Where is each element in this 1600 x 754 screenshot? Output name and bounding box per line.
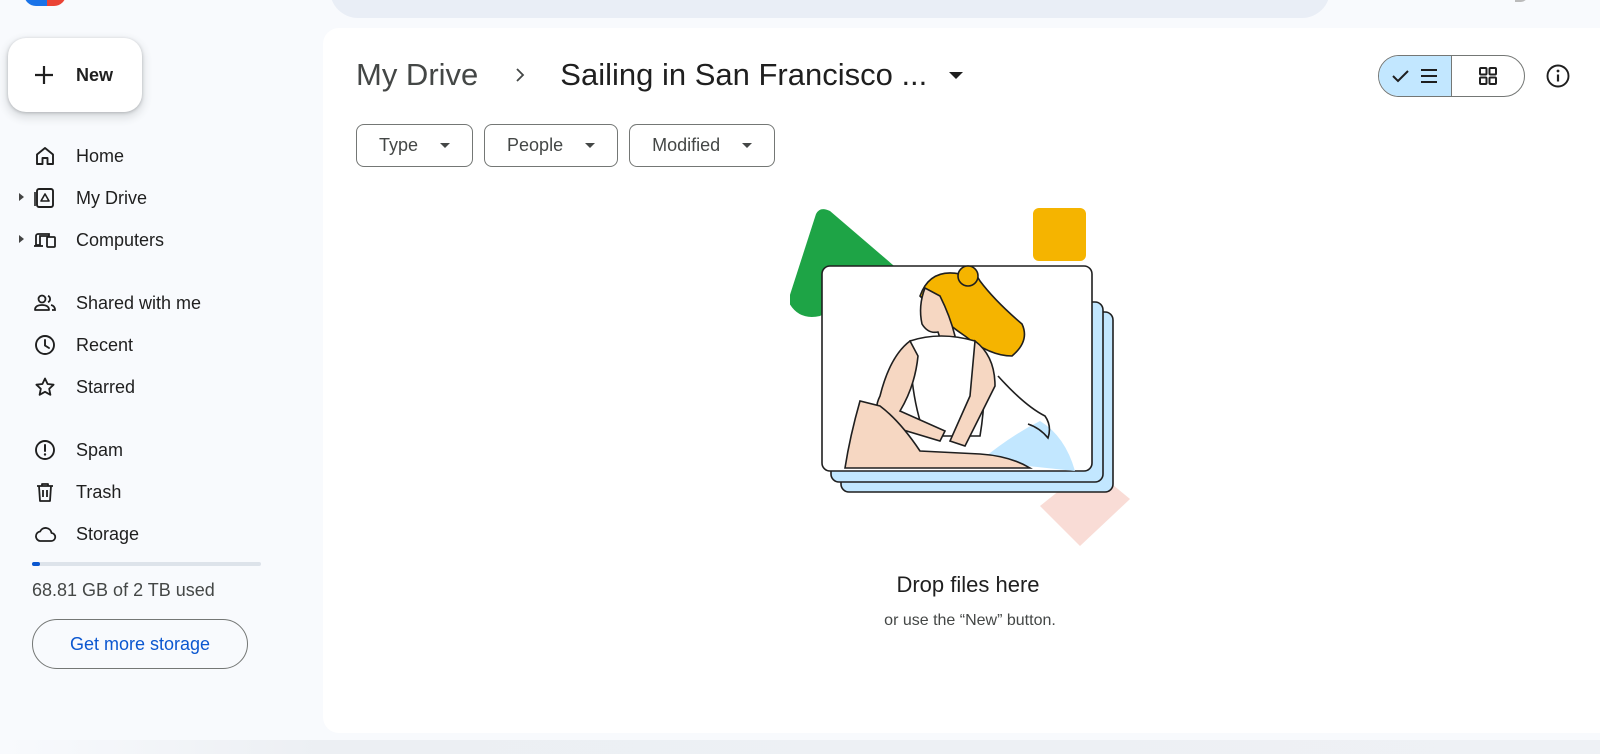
chevron-right-icon [510, 65, 530, 85]
bottom-edge [0, 740, 1600, 754]
chip-label: Type [379, 135, 419, 155]
filter-modified-chip[interactable]: Modified [629, 124, 776, 167]
search-bar[interactable] [330, 0, 1330, 18]
folder-menu-dropdown-icon[interactable] [949, 71, 964, 79]
sidebar-item-label: Home [76, 145, 125, 166]
sidebar-item-my-drive[interactable]: My Drive [0, 177, 300, 219]
sidebar-item-label: Shared with me [76, 292, 202, 313]
empty-state-subtitle: or use the “New” button. [884, 612, 1056, 629]
plus-icon [35, 66, 53, 84]
sidebar-item-starred[interactable]: Starred [0, 366, 300, 408]
sidebar-nav: Home My Drive Computers Shared with me R… [0, 135, 300, 555]
my-drive-icon [32, 185, 58, 211]
grid-icon [1479, 67, 1497, 85]
new-button[interactable]: New [8, 38, 142, 112]
star-icon [32, 374, 58, 400]
breadcrumb-my-drive[interactable]: My Drive [356, 57, 478, 93]
shared-icon [32, 290, 58, 316]
list-icon [1421, 69, 1437, 83]
sidebar-item-label: My Drive [76, 187, 147, 208]
dropdown-arrow-icon [742, 143, 753, 148]
cloud-icon [32, 521, 58, 547]
expand-caret-icon[interactable] [19, 193, 24, 201]
storage-progress-fill [32, 562, 40, 566]
account-icon-fragment [1515, 0, 1527, 2]
check-icon [1392, 70, 1409, 83]
clock-icon [32, 332, 58, 358]
chip-label: People [507, 135, 564, 155]
filter-people-chip[interactable]: People [484, 124, 619, 167]
empty-folder-illustration [790, 208, 1130, 546]
sidebar-item-spam[interactable]: Spam [0, 429, 300, 471]
sidebar-item-trash[interactable]: Trash [0, 471, 300, 513]
filter-chips: Type People Modified [356, 124, 776, 167]
dropdown-arrow-icon [585, 143, 596, 148]
sidebar-item-label: Computers [76, 229, 165, 250]
sidebar-item-recent[interactable]: Recent [0, 324, 300, 366]
grid-view-button[interactable] [1452, 56, 1524, 96]
empty-state-title: Drop files here [896, 572, 1040, 597]
breadcrumb-current-folder[interactable]: Sailing in San Francisco ... [560, 57, 927, 93]
home-icon [32, 143, 58, 169]
chip-label: Modified [652, 135, 721, 155]
new-button-label: New [76, 64, 114, 85]
view-toggle [1378, 55, 1525, 97]
spam-icon [32, 437, 58, 463]
sidebar-item-computers[interactable]: Computers [0, 219, 300, 261]
list-view-button[interactable] [1379, 56, 1452, 96]
storage-usage-text: 68.81 GB of 2 TB used [32, 580, 215, 600]
filter-type-chip[interactable]: Type [356, 124, 474, 167]
drive-logo[interactable] [24, 0, 66, 6]
expand-caret-icon[interactable] [19, 235, 24, 243]
computers-icon [32, 227, 58, 253]
sidebar-item-label: Starred [76, 376, 136, 397]
get-more-storage-button[interactable]: Get more storage [32, 619, 248, 669]
sidebar-item-label: Storage [76, 523, 140, 544]
dropdown-arrow-icon [440, 143, 451, 148]
trash-icon [32, 479, 58, 505]
sidebar-item-storage[interactable]: Storage [0, 513, 300, 555]
storage-progress-bar [32, 562, 261, 566]
sidebar-item-label: Recent [76, 334, 134, 355]
info-icon[interactable] [1545, 63, 1571, 89]
sidebar-item-home[interactable]: Home [0, 135, 300, 177]
sidebar-item-label: Trash [76, 481, 122, 502]
sidebar-item-label: Spam [76, 439, 124, 460]
sidebar-item-shared[interactable]: Shared with me [0, 282, 300, 324]
breadcrumb: My Drive Sailing in San Francisco ... [356, 55, 964, 95]
